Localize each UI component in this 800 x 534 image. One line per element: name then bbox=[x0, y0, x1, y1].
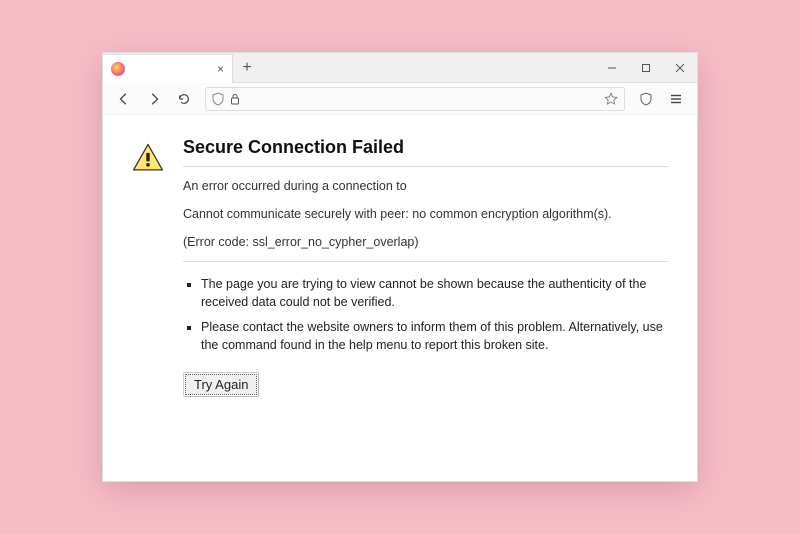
browser-tab[interactable]: × bbox=[103, 54, 233, 83]
divider bbox=[183, 261, 669, 262]
error-body: Secure Connection Failed An error occurr… bbox=[183, 137, 669, 397]
titlebar: × + bbox=[103, 53, 697, 83]
url-bar[interactable] bbox=[205, 87, 625, 111]
error-bullet: Please contact the website owners to inf… bbox=[201, 319, 669, 354]
shield-icon bbox=[212, 92, 224, 106]
error-bullet: The page you are trying to view cannot b… bbox=[201, 276, 669, 311]
browser-window: × + bbox=[102, 52, 698, 482]
menu-button[interactable] bbox=[663, 87, 689, 111]
window-controls bbox=[595, 53, 697, 82]
maximize-button[interactable] bbox=[629, 63, 663, 73]
error-bullets: The page you are trying to view cannot b… bbox=[183, 276, 669, 354]
url-input[interactable] bbox=[246, 92, 598, 106]
page-content: Secure Connection Failed An error occurr… bbox=[103, 115, 697, 481]
titlebar-drag[interactable] bbox=[261, 53, 595, 82]
try-again-button[interactable]: Try Again bbox=[183, 372, 259, 397]
bookmark-icon[interactable] bbox=[604, 92, 618, 106]
error-title: Secure Connection Failed bbox=[183, 137, 669, 167]
toolbar bbox=[103, 83, 697, 115]
new-tab-button[interactable]: + bbox=[233, 53, 261, 82]
forward-button[interactable] bbox=[141, 87, 167, 111]
minimize-button[interactable] bbox=[595, 63, 629, 73]
firefox-icon bbox=[111, 62, 125, 76]
error-line-2: Cannot communicate securely with peer: n… bbox=[183, 207, 669, 221]
lock-icon bbox=[230, 93, 240, 105]
reload-button[interactable] bbox=[171, 87, 197, 111]
back-button[interactable] bbox=[111, 87, 137, 111]
error-line-1: An error occurred during a connection to bbox=[183, 179, 669, 193]
protection-icon[interactable] bbox=[633, 87, 659, 111]
warning-icon bbox=[131, 141, 165, 175]
tab-close-icon[interactable]: × bbox=[217, 62, 224, 76]
error-code: (Error code: ssl_error_no_cypher_overlap… bbox=[183, 235, 669, 249]
close-button[interactable] bbox=[663, 63, 697, 73]
error-block: Secure Connection Failed An error occurr… bbox=[131, 137, 669, 397]
